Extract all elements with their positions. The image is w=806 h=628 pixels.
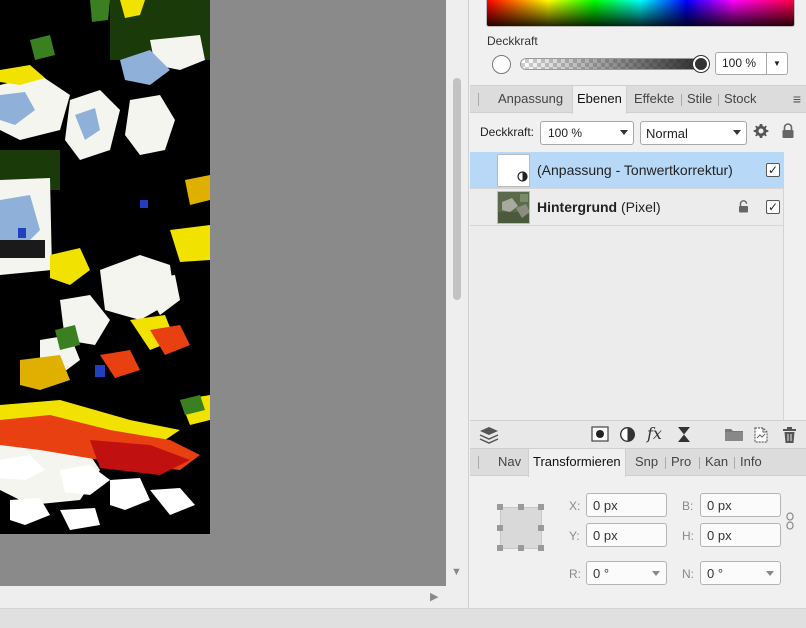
vertical-scrollbar-thumb[interactable] [453,78,461,300]
layer-name-bold: Hintergrund [537,199,618,215]
rotation-value: 0 ° [593,566,610,581]
anchor-dot[interactable] [497,525,503,531]
x-label: X: [569,499,581,513]
anchor-dot[interactable] [538,525,544,531]
tab-info[interactable]: Info [736,449,766,476]
tab-layers[interactable]: Ebenen [572,86,627,114]
layer-opacity-value: 100 % [548,126,583,140]
width-input[interactable]: 0 px [700,493,781,517]
layer-options-bar: Deckkraft: 100 % Normal [470,114,806,152]
anchor-point-selector[interactable] [497,504,544,551]
tab-separator [699,457,700,469]
blend-mode-dropdown[interactable]: Normal [640,121,747,145]
color-spectrum-picker[interactable] [486,0,795,27]
gear-icon[interactable] [753,123,769,142]
scroll-right-arrow-icon[interactable]: ▶ [430,590,438,603]
layers-panel-tabs: Anpassung Ebenen Effekte Stile Stock ≡ [470,85,806,114]
layer-name: Hintergrund (Pixel) [537,199,661,215]
status-bar [0,608,806,628]
shear-label: N: [682,567,694,581]
layer-stack-icon[interactable] [479,426,499,447]
tab-styles[interactable]: Stile [683,86,716,113]
layer-name: (Anpassung - Tonwertkorrektur) [537,162,733,178]
y-position-input[interactable]: 0 px [586,523,667,547]
tab-adjustment[interactable]: Anpassung [494,86,567,113]
current-color-swatch[interactable] [492,55,511,74]
tab-navigator[interactable]: Nav [494,449,525,476]
pixel-layer-thumbnail [497,191,530,224]
transform-panel-tabs: Nav Transformieren Snp Pro Kan Info [470,448,806,477]
anchor-dot[interactable] [538,504,544,510]
tab-transform[interactable]: Transformieren [528,449,626,477]
layer-type: (Pixel) [621,199,661,215]
adjustment-layer-thumbnail [497,154,530,187]
anchor-dot[interactable] [538,545,544,551]
panel-menu-icon[interactable]: ≡ [793,91,801,107]
chevron-down-icon [766,571,774,576]
anchor-dot[interactable] [497,545,503,551]
layer-visibility-checkbox[interactable]: ✓ [766,163,780,177]
opacity-slider-handle[interactable] [693,56,709,72]
lock-icon[interactable] [781,123,795,142]
mask-layer-icon[interactable] [591,426,609,445]
live-filter-icon[interactable] [676,426,692,446]
anchor-dot[interactable] [497,504,503,510]
canvas-area[interactable] [0,0,446,586]
panel-grip[interactable] [478,456,479,469]
scroll-down-arrow-icon[interactable]: ▼ [451,566,462,578]
rotation-label: R: [569,567,581,581]
tab-channels[interactable]: Kan [701,449,732,476]
adjustment-badge-icon [517,170,528,185]
height-input[interactable]: 0 px [700,523,781,547]
color-opacity-input[interactable]: 100 % [715,52,767,75]
anchor-dot[interactable] [518,504,524,510]
color-opacity-dropdown-button[interactable]: ▼ [767,52,788,75]
tab-separator [681,94,682,106]
tab-snapshots[interactable]: Snp [631,449,662,476]
width-label: B: [682,499,694,513]
document-image[interactable] [0,0,210,534]
blend-mode-value: Normal [646,126,688,141]
color-opacity-label: Deckkraft [487,34,538,48]
trash-icon[interactable] [782,426,797,447]
posterized-photo [0,0,210,534]
tab-separator [718,94,719,106]
layer-opacity-dropdown[interactable]: 100 % [540,121,634,145]
add-pixel-layer-icon[interactable] [752,426,770,447]
layer-row[interactable]: Hintergrund (Pixel) ✓ [470,189,784,226]
layers-list: (Anpassung - Tonwertkorrektur) ✓ Hinterg… [470,152,784,420]
horizontal-scrollbar[interactable]: ▶ [0,586,468,608]
rotation-dropdown[interactable]: 0 ° [586,561,667,585]
transform-panel: X: 0 px B: 0 px Y: 0 px H: 0 px R: 0 ° N… [470,477,806,608]
shear-value: 0 ° [707,566,724,581]
layer-row[interactable]: (Anpassung - Tonwertkorrektur) ✓ [470,152,784,189]
tab-protocol[interactable]: Pro [667,449,695,476]
chevron-down-icon [620,130,628,135]
x-position-input[interactable]: 0 px [586,493,667,517]
height-label: H: [682,529,694,543]
vertical-scrollbar[interactable]: ▼ [446,0,468,586]
shear-dropdown[interactable]: 0 ° [700,561,781,585]
chevron-down-icon [652,571,660,576]
anchor-dot[interactable] [518,545,524,551]
folder-icon[interactable] [724,426,744,445]
effects-fx-icon[interactable]: fx [647,424,662,443]
right-panel: Deckkraft 100 % ▼ Anpassung Ebenen Effek… [468,0,806,608]
tab-separator [665,457,666,469]
y-label: Y: [569,529,580,543]
panel-grip[interactable] [478,93,479,106]
opacity-slider[interactable] [520,58,706,70]
tab-effects[interactable]: Effekte [630,86,678,113]
tab-stock[interactable]: Stock [720,86,761,113]
chevron-down-icon [733,130,741,135]
layer-opacity-label: Deckkraft: [480,125,535,139]
layers-toolbar: fx [470,420,806,448]
link-icon[interactable] [786,512,794,533]
tab-separator [734,457,735,469]
layer-visibility-checkbox[interactable]: ✓ [766,200,780,214]
adjustment-layer-icon[interactable] [619,426,636,446]
layer-lock-icon[interactable] [738,200,749,216]
